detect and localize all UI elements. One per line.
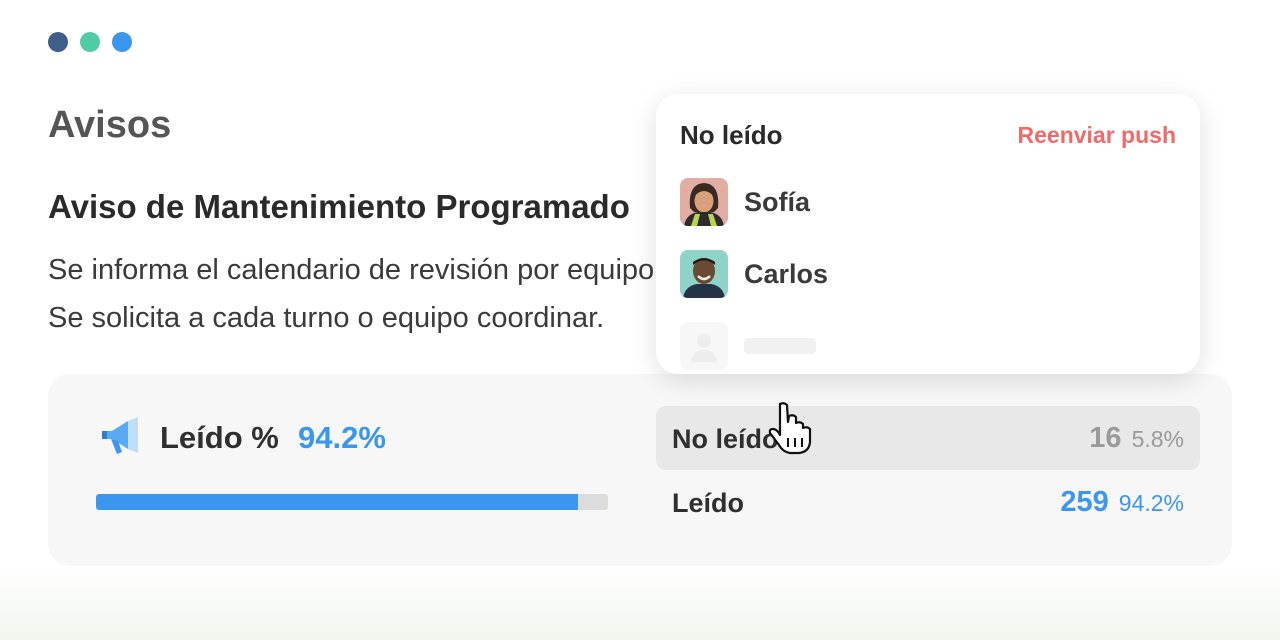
name-placeholder (744, 338, 816, 354)
read-row-label: Leído (672, 488, 744, 518)
notice-line: Se solicita a cada turno o equipo coordi… (48, 302, 605, 334)
read-count: 259 (1060, 486, 1109, 518)
unread-row-label: No leído (672, 424, 779, 454)
popup-title: No leído (680, 120, 783, 150)
unread-person-item[interactable]: Carlos (680, 250, 828, 298)
avatar-carlos (680, 250, 728, 298)
notice-line: Se informa el calendario de revisión por… (48, 254, 663, 286)
read-row[interactable]: Leído 259 94.2% (656, 470, 1200, 534)
unread-person-item[interactable]: Sofía (680, 178, 810, 226)
read-percent-label: Leído % (160, 420, 279, 455)
unread-person-placeholder (680, 322, 816, 370)
unread-popup: No leído Reenviar push Sofía Carlos (656, 94, 1200, 374)
avatar-sofia (680, 178, 728, 226)
read-percent-value: 94.2% (298, 420, 386, 455)
window-controls (48, 32, 132, 52)
read-progress-bar (96, 494, 608, 510)
page-title: Avisos (48, 104, 172, 146)
resend-push-button[interactable]: Reenviar push (1018, 122, 1177, 149)
read-percent: 94.2% (1118, 490, 1184, 516)
unread-row[interactable]: No leído 16 5.8% (656, 406, 1200, 470)
unread-count: 16 (1089, 422, 1122, 454)
unread-percent: 5.8% (1131, 426, 1184, 452)
megaphone-icon (102, 417, 138, 454)
window-dot[interactable] (48, 32, 68, 52)
person-placeholder-icon (680, 322, 728, 370)
notice-title: Aviso de Mantenimiento Programado (48, 188, 630, 225)
window-dot[interactable] (112, 32, 132, 52)
person-name: Carlos (744, 258, 829, 289)
read-progress-fill (96, 494, 579, 510)
hand-pointer-icon (768, 402, 812, 455)
person-name: Sofía (744, 186, 811, 217)
window-dot[interactable] (80, 32, 100, 52)
